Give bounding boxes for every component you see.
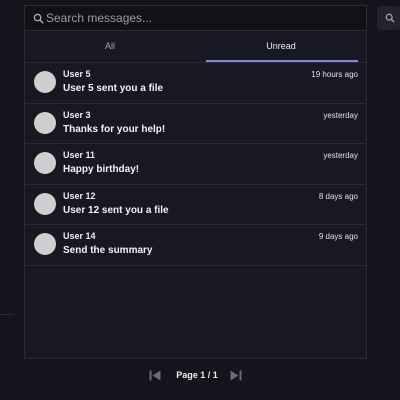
skip-previous-icon[interactable] <box>149 370 161 381</box>
avatar <box>34 192 56 215</box>
message-row[interactable]: User 14 9 days ago Send the summary <box>25 225 366 266</box>
message-time: yesterday <box>323 151 358 160</box>
avatar <box>34 152 56 174</box>
message-preview: Send the summary <box>63 245 153 256</box>
message-row[interactable]: User 12 8 days ago User 12 sent you a fi… <box>25 185 366 225</box>
message-row[interactable]: User 11 yesterday Happy birthday! <box>25 144 366 185</box>
tab-unread[interactable]: Unread <box>196 31 366 62</box>
search-input[interactable] <box>46 8 356 28</box>
messages-panel: All Unread User 5 19 hours ago User 5 se… <box>24 5 367 359</box>
pagination: Page 1 / 1 <box>146 366 246 386</box>
message-preview: User 12 sent you a file <box>63 204 169 216</box>
message-time: 9 days ago <box>318 232 358 241</box>
message-sender: User 5 <box>63 69 91 79</box>
message-sender: User 3 <box>63 109 91 120</box>
message-preview: Happy birthday! <box>63 164 140 175</box>
active-tab-indicator <box>206 60 358 62</box>
message-preview: User 5 sent you a file <box>63 83 164 94</box>
search-button[interactable] <box>377 6 400 30</box>
skip-next-icon[interactable] <box>230 370 242 381</box>
tab-label: All <box>104 41 115 51</box>
search-bar <box>25 6 366 31</box>
tab-label: Unread <box>266 41 296 51</box>
message-row[interactable]: User 5 19 hours ago User 5 sent you a fi… <box>25 63 366 104</box>
message-time: yesterday <box>323 110 358 120</box>
tab-bar: All Unread <box>25 31 366 63</box>
message-list: User 5 19 hours ago User 5 sent you a fi… <box>25 63 366 266</box>
avatar <box>34 111 56 134</box>
message-sender: User 12 <box>63 190 96 201</box>
message-preview: Thanks for your help! <box>63 123 166 135</box>
divider <box>370 0 371 400</box>
avatar <box>34 71 56 93</box>
message-sender: User 14 <box>63 231 96 241</box>
message-row[interactable]: User 3 yesterday Thanks for your help! <box>25 104 366 144</box>
search-icon <box>385 13 395 23</box>
message-time: 8 days ago <box>318 191 358 201</box>
page-indicator: Page 1 / 1 <box>176 370 218 380</box>
message-sender: User 11 <box>63 150 96 160</box>
tab-all[interactable]: All <box>25 31 195 62</box>
divider <box>0 314 14 315</box>
search-icon <box>33 13 44 24</box>
app-root: All Unread User 5 19 hours ago User 5 se… <box>0 0 400 400</box>
avatar <box>34 233 56 255</box>
message-time: 19 hours ago <box>311 70 358 79</box>
